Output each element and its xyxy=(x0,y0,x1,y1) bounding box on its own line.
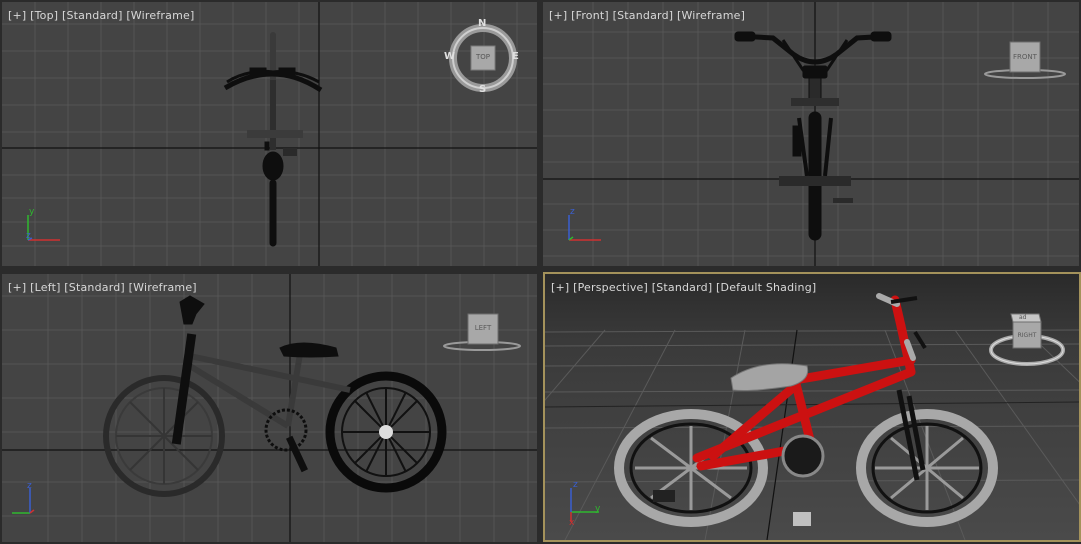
viewport-left-label[interactable]: [+] [Left] [Standard] [Wireframe] xyxy=(8,281,197,294)
viewport-top-shading-menu[interactable]: [Wireframe] xyxy=(126,9,194,22)
axis-z-label: z xyxy=(27,481,32,491)
viewport-persp-pov-menu[interactable]: [Perspective] xyxy=(573,281,648,294)
axis-z-label: z xyxy=(26,231,31,241)
viewport-front-mode-menu[interactable]: [Standard] xyxy=(613,9,674,22)
viewcube-persp-top-label[interactable]: ad xyxy=(1019,314,1027,321)
axis-z-label: z xyxy=(573,480,578,490)
viewport-top[interactable]: TOP N S E W y z [+] [Top] [Standard] [Wi… xyxy=(2,2,537,266)
viewport-persp-mode-menu[interactable]: [Standard] xyxy=(652,281,713,294)
viewcube-persp-side-label[interactable]: RIGHT xyxy=(1013,332,1041,339)
bike-top-view[interactable] xyxy=(217,30,327,250)
compass-west-label: W xyxy=(444,51,456,62)
viewport-left-pov-menu[interactable]: [Left] xyxy=(30,281,60,294)
viewport-top-mode-menu[interactable]: [Standard] xyxy=(62,9,123,22)
compass-east-label: E xyxy=(512,51,519,62)
viewport-persp-plus-menu[interactable]: [+] xyxy=(551,281,569,294)
bike-perspective-render[interactable] xyxy=(611,286,1003,536)
viewcube-front[interactable] xyxy=(983,38,1073,88)
viewcube-left[interactable] xyxy=(442,310,532,360)
axis-x-label: x xyxy=(569,518,575,528)
viewport-front-label[interactable]: [+] [Front] [Standard] [Wireframe] xyxy=(549,9,745,22)
viewport-persp-label[interactable]: [+] [Perspective] [Standard] [Default Sh… xyxy=(551,281,816,294)
viewport-left-shading-menu[interactable]: [Wireframe] xyxy=(129,281,197,294)
viewport-top-label[interactable]: [+] [Top] [Standard] [Wireframe] xyxy=(8,9,194,22)
viewport-top-plus-menu[interactable]: [+] xyxy=(8,9,26,22)
bike-front-view[interactable] xyxy=(733,26,893,242)
viewport-left-mode-menu[interactable]: [Standard] xyxy=(64,281,125,294)
viewport-front-plus-menu[interactable]: [+] xyxy=(549,9,567,22)
viewport-left[interactable]: LEFT z [+] [Left] [Standard] [Wireframe] xyxy=(2,274,537,542)
compass-north-label: N xyxy=(478,18,487,29)
viewport-perspective[interactable]: ad RIGHT z y x [+] [Perspective] [Standa… xyxy=(543,272,1081,542)
viewport-front-shading-menu[interactable]: [Wireframe] xyxy=(677,9,745,22)
compass-south-label: S xyxy=(479,84,487,95)
viewcube-top-face-label[interactable]: TOP xyxy=(471,53,495,61)
viewport-front[interactable]: FRONT z [+] [Front] [Standard] [Wirefram… xyxy=(543,2,1079,266)
axis-y-label: y xyxy=(595,504,601,514)
axis-tripod-icon xyxy=(27,215,60,241)
bike-side-view[interactable] xyxy=(100,294,452,514)
viewcube-left-face-label[interactable]: LEFT xyxy=(468,324,498,332)
viewport-persp-shading-menu[interactable]: [Default Shading] xyxy=(716,281,816,294)
axis-z-label: z xyxy=(570,207,575,217)
viewport-top-pov-menu[interactable]: [Top] xyxy=(30,9,58,22)
viewport-left-plus-menu[interactable]: [+] xyxy=(8,281,26,294)
viewport-front-pov-menu[interactable]: [Front] xyxy=(571,9,609,22)
axis-tripod-icon xyxy=(568,215,601,241)
axis-y-label: y xyxy=(29,207,35,217)
viewcube-front-face-label[interactable]: FRONT xyxy=(1010,53,1040,61)
